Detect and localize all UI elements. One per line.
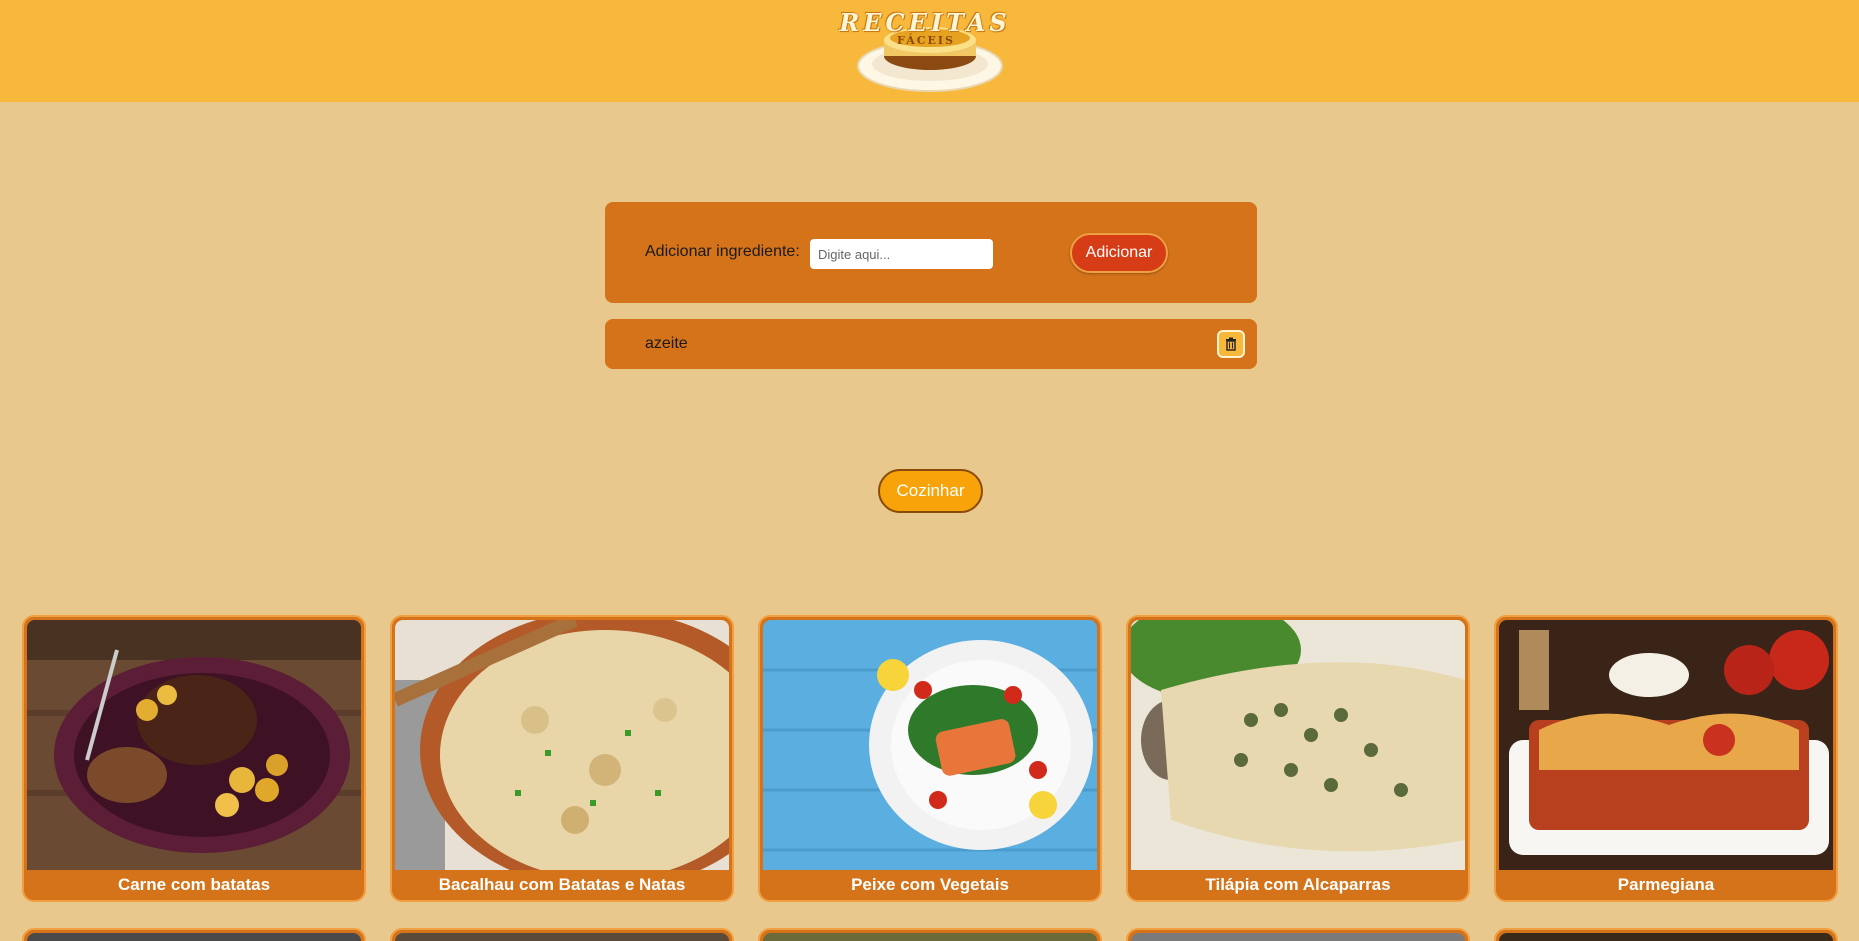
recipe-photo bbox=[763, 933, 1097, 941]
recipe-card[interactable]: Tilápia com Alcaparras bbox=[1126, 615, 1470, 902]
add-ingredient-panel: Adicionar ingrediente: Adicionar bbox=[605, 202, 1257, 303]
recipe-card[interactable]: Bacalhau com Batatas e Natas bbox=[390, 615, 734, 902]
recipe-photo bbox=[1499, 933, 1833, 941]
ingredient-input[interactable] bbox=[810, 239, 993, 269]
recipe-card[interactable]: Carne com batatas bbox=[22, 615, 366, 902]
cod-casserole-photo bbox=[395, 620, 729, 870]
recipe-card[interactable] bbox=[390, 928, 734, 941]
recipe-photo bbox=[395, 933, 729, 941]
recipe-title: Peixe com Vegetais bbox=[851, 875, 1009, 894]
logo[interactable]: RECEITAS FÁCEIS bbox=[832, 4, 1018, 96]
recipe-card[interactable]: Peixe com Vegetais bbox=[758, 615, 1102, 902]
recipe-title: Carne com batatas bbox=[117, 875, 271, 894]
recipe-card[interactable] bbox=[22, 928, 366, 941]
logo-subtitle: FÁCEIS bbox=[897, 34, 955, 47]
recipe-card[interactable]: Parmegiana bbox=[1494, 615, 1838, 902]
steak-potatoes-photo bbox=[27, 620, 361, 870]
add-ingredient-button[interactable]: Adicionar bbox=[1070, 233, 1168, 273]
cook-button[interactable]: Cozinhar bbox=[878, 469, 983, 513]
recipe-title: Parmegiana bbox=[1617, 875, 1715, 894]
recipe-photo bbox=[1131, 933, 1465, 941]
top-bar: RECEITAS FÁCEIS bbox=[0, 0, 1859, 102]
logo-title: RECEITAS bbox=[839, 8, 1011, 37]
ingredient-list-item: azeite bbox=[605, 319, 1257, 369]
recipe-photo bbox=[27, 933, 361, 941]
recipe-card[interactable] bbox=[758, 928, 1102, 941]
parmigiana-photo bbox=[1499, 620, 1833, 870]
recipe-card[interactable] bbox=[1126, 928, 1470, 941]
delete-ingredient-button[interactable] bbox=[1217, 330, 1245, 358]
add-ingredient-label: Adicionar ingrediente: bbox=[645, 243, 800, 260]
recipe-title: Tilápia com Alcaparras bbox=[1205, 875, 1391, 894]
salmon-salad-photo bbox=[763, 620, 1097, 870]
ingredient-name: azeite bbox=[645, 335, 688, 352]
recipe-title: Bacalhau com Batatas e Natas bbox=[438, 875, 686, 894]
trash-icon bbox=[1226, 337, 1236, 351]
tilapia-capers-photo bbox=[1131, 620, 1465, 870]
recipe-card[interactable] bbox=[1494, 928, 1838, 941]
